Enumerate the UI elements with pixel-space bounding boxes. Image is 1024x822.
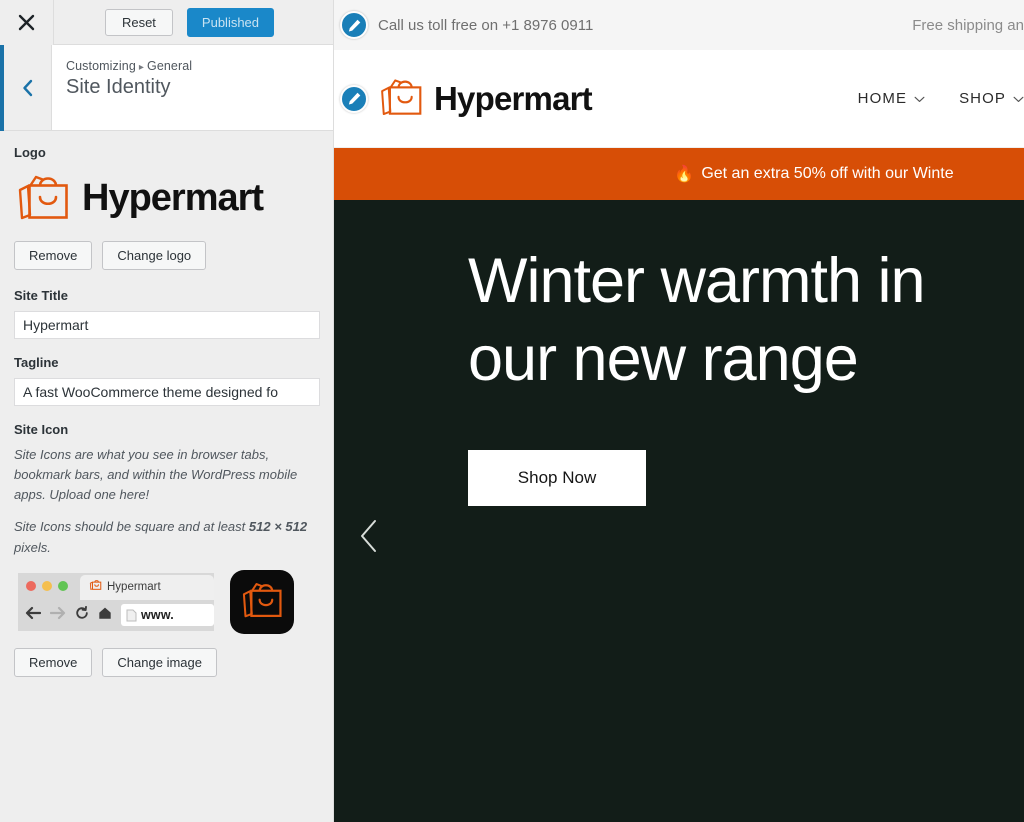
site-icon-actions: Remove Change image (14, 647, 319, 677)
back-arrow-icon (25, 606, 42, 625)
chevron-down-icon (914, 90, 925, 107)
site-icon-label: Site Icon (14, 422, 69, 437)
logo-actions: Remove Change logo (14, 241, 319, 270)
window-close-dot (26, 581, 36, 592)
reset-button[interactable]: Reset (104, 8, 173, 36)
nav-item-home[interactable]: HOME (858, 90, 925, 107)
site-wordmark: Hypermart (434, 79, 593, 117)
chevron-down-icon (1013, 90, 1024, 107)
hero-prev-chevron-left-icon[interactable] (356, 518, 382, 554)
site-icon-desc2-pre: Site Icons should be square and at least (14, 519, 249, 535)
browser-url-text: www. (141, 608, 174, 623)
panel-header: Customizing ▸ General Site Identity (0, 45, 333, 131)
published-button[interactable]: Published (186, 7, 275, 37)
logo-wordmark: Hypermart (82, 177, 264, 219)
hero-title: Winter warmth in our new range (468, 246, 926, 395)
customizer-actions: Reset Published (54, 7, 333, 37)
browser-toolbar: www. (18, 599, 214, 631)
site-nav: HOME SHOP (858, 90, 1024, 107)
tagline-label: Tagline (14, 355, 59, 370)
breadcrumb-parent[interactable]: General (147, 59, 192, 73)
shopping-bag-icon (239, 577, 285, 626)
page-title: Site Identity (66, 76, 171, 98)
site-icon-desc2-post: pixels. (14, 539, 51, 555)
browser-url-bar: www. (121, 604, 214, 627)
fire-icon: 🔥 (674, 166, 695, 183)
home-icon (98, 606, 112, 625)
customizer-screen: Reset Published Customizing ▸ General Site… (0, 0, 1024, 822)
site-icon-preview: Hypermart www. (18, 569, 319, 634)
customizer-topbar: Reset Published (0, 0, 333, 45)
nav-item-label: HOME (857, 90, 908, 107)
topbar-phone-text: Call us toll free on +1 8976 0911 (378, 16, 594, 34)
logo-section-label: Logo (14, 145, 46, 160)
logo-preview: Hypermart (14, 168, 319, 229)
reload-icon (75, 605, 89, 625)
chevron-left-icon[interactable] (4, 45, 52, 130)
breadcrumb-separator: ▸ (138, 62, 144, 73)
promo-banner: 🔥 Get an extra 50% off with our Winte (334, 148, 1024, 200)
browser-tab-title: Hypermart (107, 581, 161, 594)
site-title-input[interactable] (14, 311, 320, 339)
site-topbar: Call us toll free on +1 8976 0911 Free s… (334, 0, 1024, 50)
browser-tabstrip: Hypermart (18, 572, 214, 600)
nav-item-shop[interactable]: SHOP (959, 90, 1024, 107)
customizer-sidebar: Reset Published Customizing ▸ General Site… (0, 0, 334, 822)
site-preview: Call us toll free on +1 8976 0911 Free s… (334, 0, 1024, 822)
panel-body: Logo Hypermart Remove Change logo Site T… (0, 131, 333, 677)
site-title-label: Site Title (14, 288, 68, 303)
tagline-input[interactable] (14, 378, 320, 406)
nav-item-label: SHOP (959, 90, 1006, 107)
edit-pencil-icon[interactable] (340, 84, 368, 113)
shopping-bag-logo-icon (14, 168, 72, 229)
window-minimize-dot (42, 581, 52, 592)
breadcrumb: Customizing ▸ General (66, 59, 192, 73)
browser-tab: Hypermart (80, 574, 214, 600)
edit-pencil-icon[interactable] (340, 11, 368, 39)
remove-logo-button[interactable]: Remove (14, 241, 93, 270)
forward-arrow-icon (49, 606, 66, 625)
favicon-icon (89, 578, 102, 596)
active-panel-accent-bar (0, 45, 4, 131)
site-brand[interactable]: Hypermart (340, 73, 593, 124)
site-icon-description-1: Site Icons are what you see in browser t… (14, 447, 298, 503)
browser-mockup: Hypermart www. (18, 572, 214, 631)
remove-site-icon-button[interactable]: Remove (14, 647, 93, 677)
site-icon-app-preview (230, 569, 294, 634)
hero-slider: Winter warmth in our new range Shop Now (334, 200, 1024, 822)
site-icon-description-2: Site Icons should be square and at least… (14, 517, 314, 557)
change-site-icon-button[interactable]: Change image (102, 647, 217, 677)
window-maximize-dot (58, 581, 68, 592)
site-icon-desc2-size: 512 × 512 (248, 519, 308, 535)
shopping-bag-logo-icon (377, 73, 425, 124)
close-icon[interactable] (0, 0, 54, 45)
change-logo-button[interactable]: Change logo (102, 241, 207, 270)
promo-banner-text: Get an extra 50% off with our Winte (701, 165, 954, 182)
topbar-shipping-text: Free shipping an (912, 16, 1024, 34)
site-header: Hypermart HOME SHOP (334, 50, 1024, 148)
shop-now-button[interactable]: Shop Now (468, 450, 646, 507)
breadcrumb-root[interactable]: Customizing (66, 59, 136, 73)
page-icon (126, 609, 137, 622)
